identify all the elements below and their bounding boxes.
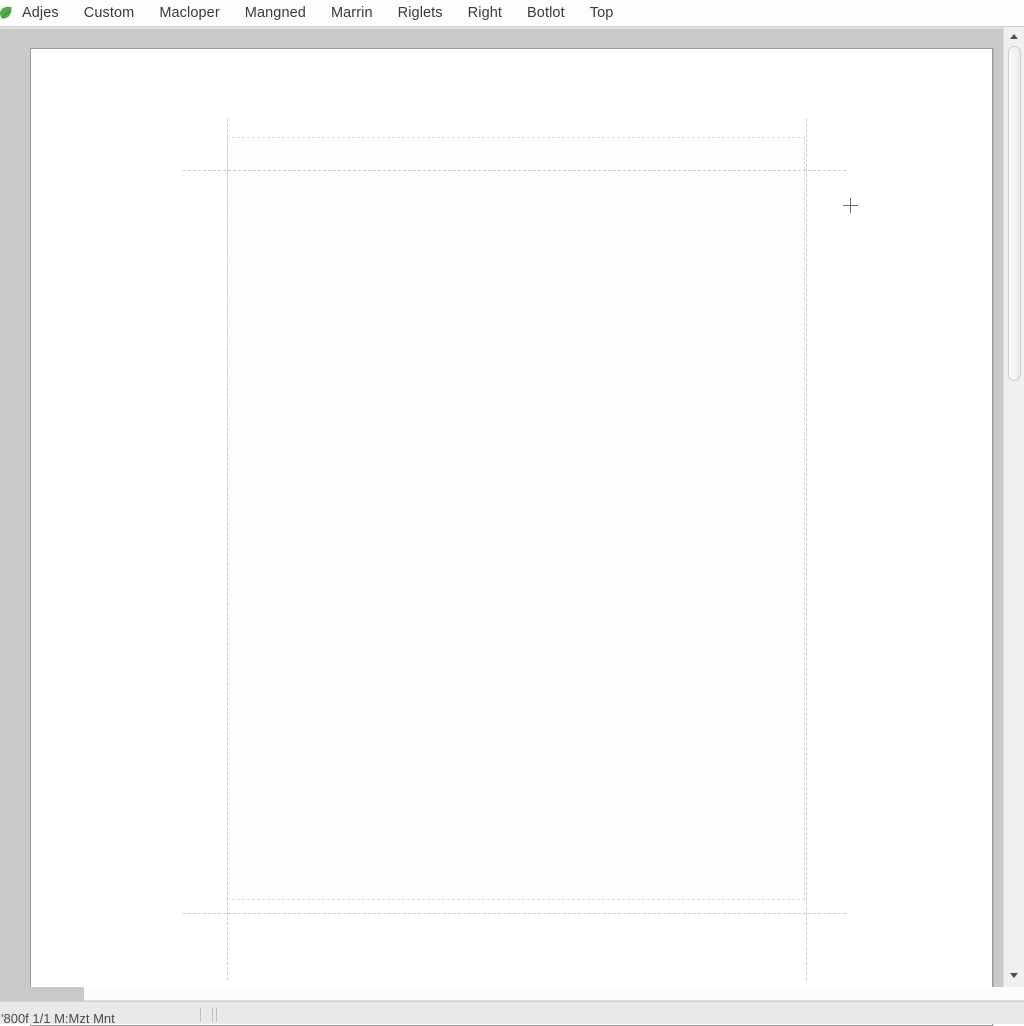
page-margin-box bbox=[227, 137, 805, 900]
leaf-icon[interactable] bbox=[0, 4, 15, 22]
document-workspace[interactable] bbox=[0, 29, 1024, 1026]
menu-item-macloper[interactable]: Macloper bbox=[159, 0, 219, 26]
menu-item-adjes[interactable]: Adjes bbox=[22, 0, 59, 26]
guide-vertical-right bbox=[806, 119, 807, 980]
status-separator-2 bbox=[212, 1008, 213, 1022]
vertical-scrollbar[interactable] bbox=[1003, 27, 1024, 1001]
menu-item-mangned[interactable]: Mangned bbox=[245, 0, 306, 26]
status-separator-1 bbox=[200, 1008, 201, 1022]
menu-item-right[interactable]: Right bbox=[468, 0, 502, 26]
scroll-down-arrow-icon[interactable] bbox=[1004, 967, 1024, 983]
status-separator-3 bbox=[216, 1008, 217, 1022]
document-page[interactable] bbox=[30, 48, 993, 1026]
menu-item-botlot[interactable]: Botlot bbox=[527, 0, 565, 26]
scrollbar-corner bbox=[0, 987, 84, 1001]
status-bar: '800f 1/1 M:Mzt Mnt bbox=[0, 1001, 1024, 1024]
menu-item-top[interactable]: Top bbox=[590, 0, 614, 26]
guide-horizontal-bottom bbox=[183, 913, 846, 914]
crosshair-plus-cursor bbox=[843, 198, 858, 213]
menu-item-custom[interactable]: Custom bbox=[84, 0, 135, 26]
application-window: Adjes Custom Macloper Mangned Marrin Rig… bbox=[0, 0, 1024, 1026]
horizontal-scroll-strip[interactable] bbox=[84, 987, 1024, 1001]
vertical-scrollbar-thumb[interactable] bbox=[1008, 46, 1021, 381]
menu-item-marrin[interactable]: Marrin bbox=[331, 0, 373, 26]
top-toolbar: Adjes Custom Macloper Mangned Marrin Rig… bbox=[0, 0, 1024, 27]
status-bar-text: '800f 1/1 M:Mzt Mnt bbox=[1, 1011, 115, 1024]
scroll-up-arrow-icon[interactable] bbox=[1004, 28, 1024, 44]
menu-item-riglets[interactable]: Riglets bbox=[398, 0, 443, 26]
